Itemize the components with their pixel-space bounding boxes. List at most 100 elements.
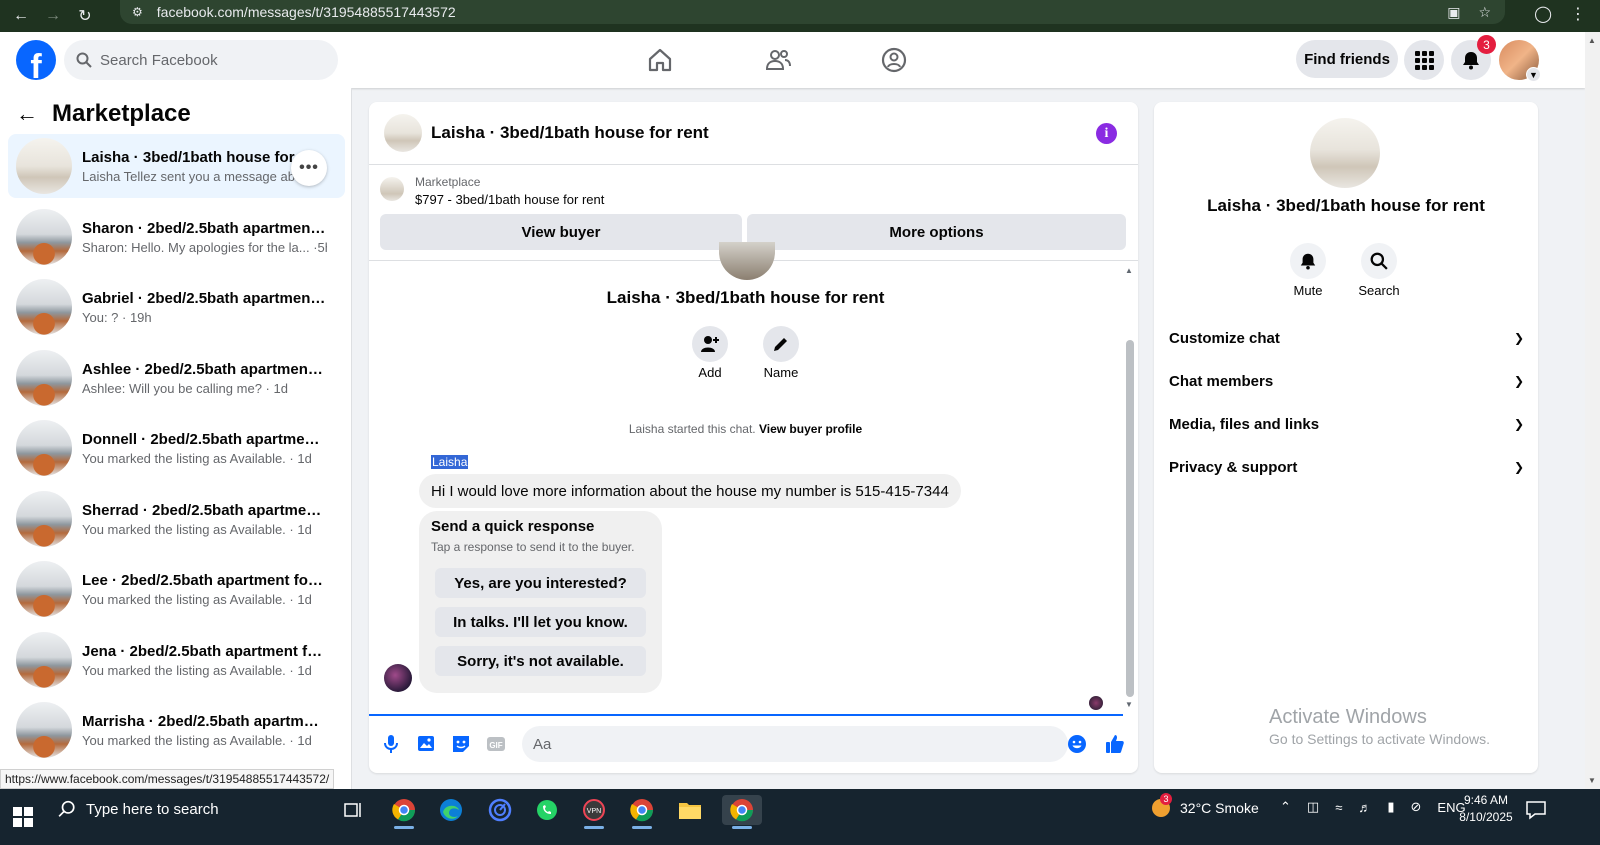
view-buyer-button[interactable]: View buyer xyxy=(380,214,742,250)
notification-center-icon[interactable] xyxy=(1525,799,1547,821)
chat-title[interactable]: Laisha · 3bed/1bath house for rent xyxy=(431,123,709,143)
conversation-item[interactable]: Sharon · 2bed/2.5bath apartment ... Sharo… xyxy=(8,205,345,269)
listing-text[interactable]: $797 - 3bed/1bath house for rent xyxy=(415,192,604,207)
browser-menu-icon[interactable]: ⋮ xyxy=(1570,4,1586,24)
scroll-down-icon[interactable]: ▼ xyxy=(1588,776,1596,785)
quick-response-button[interactable]: In talks. I'll let you know. xyxy=(435,607,646,637)
conversation-title: Ashlee · 2bed/2.5bath apartment f... xyxy=(82,360,327,378)
conversation-item[interactable]: Laisha · 3bed/1bath house for rent Laish… xyxy=(8,134,345,198)
chevron-up-icon[interactable]: ⌃ xyxy=(1280,799,1291,815)
gif-icon[interactable]: GIF xyxy=(485,733,507,755)
site-settings-icon[interactable]: ⚙ xyxy=(132,5,143,19)
groups-icon[interactable] xyxy=(880,46,908,74)
vpn-app-icon[interactable]: VPN xyxy=(579,795,609,825)
thumbs-up-icon[interactable] xyxy=(1104,733,1126,755)
taskbar-clock[interactable]: 9:46 AM 8/10/2025 xyxy=(1454,792,1518,826)
network-off-icon[interactable]: ⊘ xyxy=(1411,799,1422,815)
media-files-links-section[interactable]: Media, files and links ❯ xyxy=(1169,409,1524,439)
conversation-item[interactable]: Gabriel · 2bed/2.5bath apartment ... You:… xyxy=(8,275,345,339)
chrome-active-app-icon[interactable] xyxy=(722,795,762,825)
info-title: Laisha · 3bed/1bath house for rent xyxy=(1207,196,1485,215)
add-button[interactable] xyxy=(692,326,728,362)
folder-icon xyxy=(679,803,701,819)
message-input[interactable] xyxy=(522,726,1068,762)
search-input[interactable] xyxy=(100,51,320,69)
conversation-item[interactable]: Marrisha · 2bed/2.5bath apartmen... You m… xyxy=(8,698,345,762)
back-arrow-icon[interactable]: ← xyxy=(10,5,32,27)
wifi-icon[interactable]: ≈ xyxy=(1335,800,1342,815)
find-friends-button[interactable]: Find friends xyxy=(1296,40,1398,78)
volume-icon[interactable]: ♬ xyxy=(1358,800,1371,815)
conversation-item[interactable]: Sherrad · 2bed/2.5bath apartment... You m… xyxy=(8,487,345,551)
customize-chat-section[interactable]: Customize chat ❯ xyxy=(1169,323,1524,353)
logo-letter: f xyxy=(30,48,42,80)
edge-app-icon[interactable] xyxy=(436,795,466,825)
meet-now-icon[interactable]: ◫ xyxy=(1307,799,1319,815)
bookmark-star-icon[interactable]: ☆ xyxy=(1478,4,1491,21)
forward-arrow-icon[interactable]: → xyxy=(42,5,64,27)
chat-members-section[interactable]: Chat members ❯ xyxy=(1169,366,1524,396)
weather-widget[interactable]: 3 32°C Smoke xyxy=(1150,793,1259,819)
quick-response-button[interactable]: Sorry, it's not available. xyxy=(435,646,646,676)
watermark-line1: Activate Windows xyxy=(1269,706,1427,728)
scroll-up-icon[interactable]: ▲ xyxy=(1125,266,1133,275)
whatsapp-icon xyxy=(537,800,557,820)
back-arrow-icon[interactable]: ← xyxy=(16,101,38,127)
facebook-logo[interactable]: f xyxy=(16,40,56,80)
chat-avatar[interactable] xyxy=(384,114,422,152)
browser-profile-icon[interactable]: ◯ xyxy=(1534,4,1552,24)
page-scrollbar[interactable]: ▲ ▼ xyxy=(1585,32,1600,789)
message-bubble[interactable]: Hi I would love more information about t… xyxy=(419,474,961,508)
speedtest-app-icon[interactable] xyxy=(485,795,515,825)
view-buyer-profile-link[interactable]: View buyer profile xyxy=(759,422,862,436)
search-label: Search xyxy=(1358,283,1400,298)
scroll-down-icon[interactable]: ▼ xyxy=(1125,700,1133,709)
conversation-item[interactable]: Donnell · 2bed/2.5bath apartment... You m… xyxy=(8,416,345,480)
reload-icon[interactable]: ↻ xyxy=(74,5,96,27)
windows-start-icon[interactable] xyxy=(12,806,34,828)
battery-icon[interactable]: ▮ xyxy=(1387,799,1394,815)
account-avatar[interactable]: ▼ xyxy=(1499,40,1541,82)
grid-icon xyxy=(1415,51,1434,70)
svg-text:VPN: VPN xyxy=(587,808,601,815)
preview-text: Laisha Tellez sent you a message ab xyxy=(82,168,295,184)
sidebar-title: Marketplace xyxy=(52,100,191,127)
facebook-search[interactable] xyxy=(64,40,338,80)
menu-grid-button[interactable] xyxy=(1404,40,1444,80)
notification-badge: 3 xyxy=(1477,35,1496,54)
taskbar-search[interactable]: Type here to search xyxy=(48,789,332,829)
facebook-header: f Find friends 3 ▼ xyxy=(0,32,1585,88)
chrome-profile-app-icon[interactable] xyxy=(627,795,657,825)
sticker-icon[interactable] xyxy=(450,733,472,755)
info-icon[interactable]: i xyxy=(1096,123,1117,144)
conversation-item[interactable]: Jena · 2bed/2.5bath apartment for... You … xyxy=(8,628,345,692)
quick-response-button[interactable]: Yes, are you interested? xyxy=(435,568,646,598)
name-button[interactable] xyxy=(763,326,799,362)
task-view-icon[interactable] xyxy=(339,795,369,825)
more-options-button[interactable]: More options xyxy=(747,214,1126,250)
scrollbar-thumb[interactable] xyxy=(1126,340,1134,697)
whatsapp-app-icon[interactable] xyxy=(532,795,562,825)
chevron-down-icon: ❯ xyxy=(1513,331,1524,345)
address-bar[interactable]: ⚙ facebook.com/messages/t/31954885517443… xyxy=(120,0,1505,24)
conversation-avatar xyxy=(16,561,72,617)
emoji-icon[interactable] xyxy=(1066,733,1088,755)
photo-icon[interactable] xyxy=(415,733,437,755)
chat-scrollbar[interactable]: ▲ ▼ xyxy=(1123,264,1138,714)
listing-thumbnail[interactable] xyxy=(380,177,404,201)
microphone-icon[interactable] xyxy=(380,733,402,755)
task-view-glyph xyxy=(344,803,361,817)
listing-avatar[interactable] xyxy=(1310,118,1380,188)
home-icon[interactable] xyxy=(646,46,674,74)
more-options-icon[interactable]: ••• xyxy=(291,150,327,186)
conversation-item[interactable]: Ashlee · 2bed/2.5bath apartment f... Ashl… xyxy=(8,346,345,410)
install-app-icon[interactable]: ▣ xyxy=(1447,4,1460,21)
scroll-up-icon[interactable]: ▲ xyxy=(1588,36,1596,45)
privacy-support-section[interactable]: Privacy & support ❯ xyxy=(1169,452,1524,482)
mute-button[interactable] xyxy=(1290,243,1326,279)
conversation-item[interactable]: Lee · 2bed/2.5bath apartment for r... You… xyxy=(8,557,345,621)
file-explorer-app-icon[interactable] xyxy=(675,795,705,825)
chrome-app-icon[interactable] xyxy=(389,795,419,825)
friends-icon[interactable] xyxy=(764,46,792,74)
search-button[interactable] xyxy=(1361,243,1397,279)
